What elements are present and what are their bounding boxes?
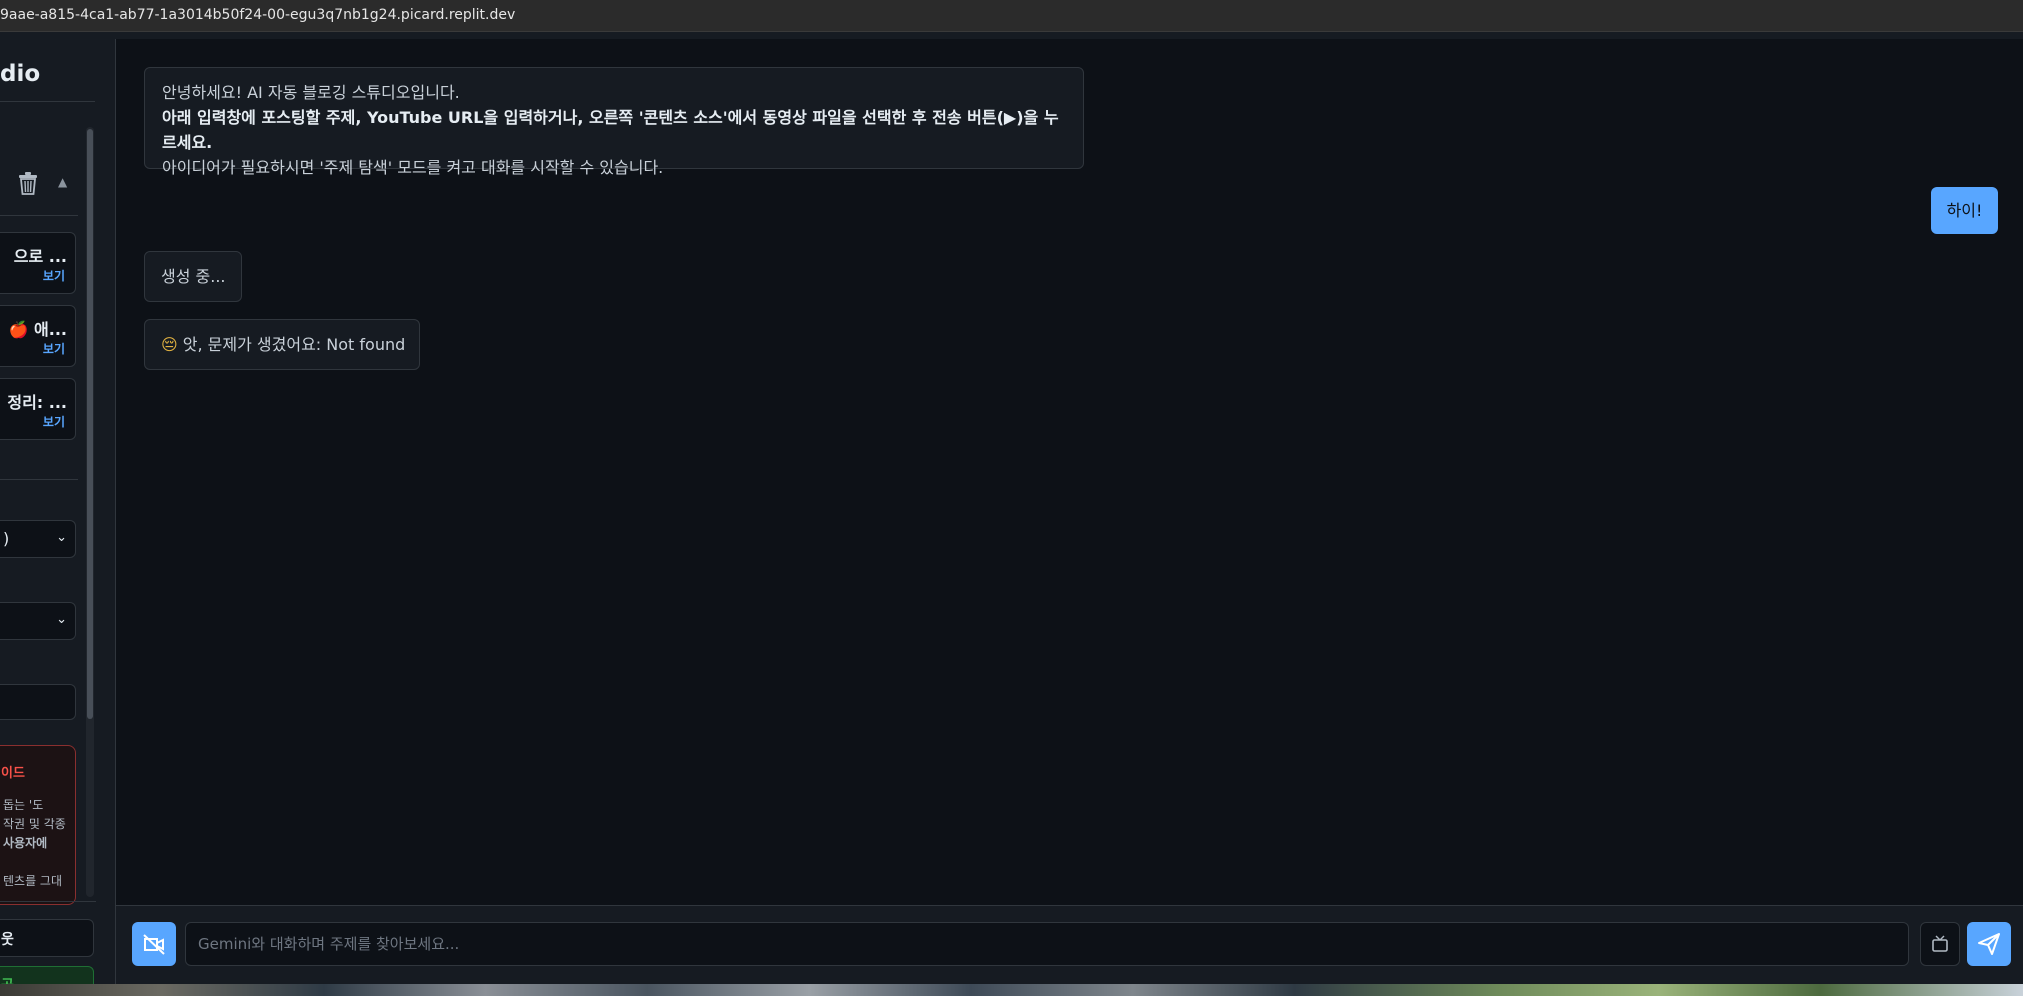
app: dio ▲ 으로 ... 보기 🍎 애... 보기 정리: ... 보기 ) ⌄ bbox=[0, 39, 2023, 984]
divider bbox=[0, 479, 78, 480]
intro-line: 아이디어가 필요하시면 '주제 탐색' 모드를 켜고 대화를 시작할 수 있습니… bbox=[162, 158, 664, 177]
view-link[interactable]: 보기 bbox=[43, 340, 65, 357]
desktop-background bbox=[0, 984, 2023, 996]
top-strip bbox=[0, 32, 2023, 39]
history-item-title: 정리: ... bbox=[7, 393, 67, 412]
history-item-title: 🍎 애... bbox=[8, 320, 67, 339]
logout-label: 웃 bbox=[1, 932, 14, 948]
chevron-down-icon: ⌄ bbox=[56, 530, 67, 545]
chevron-up-icon[interactable]: ▲ bbox=[58, 175, 67, 189]
select-value: ) bbox=[3, 529, 10, 548]
browser-url-bar[interactable]: 9aae-a815-4ca1-ab77-1a3014b50f24-00-egu3… bbox=[0, 0, 2023, 32]
trash-icon[interactable] bbox=[14, 169, 42, 197]
input-bar bbox=[116, 905, 2023, 984]
logout-button[interactable]: 웃 bbox=[0, 919, 94, 957]
sidebar-scrollbar-thumb[interactable] bbox=[87, 129, 93, 719]
view-link[interactable]: 보기 bbox=[43, 413, 65, 430]
guide-title: 이드 bbox=[1, 766, 25, 781]
history-item[interactable]: 정리: ... 보기 bbox=[0, 378, 76, 440]
sad-face-icon: 😔 bbox=[161, 335, 178, 354]
guide-notice: 이드 돕는 '도 작권 및 각종 사용자에 텐츠를 그대 bbox=[0, 745, 76, 905]
chevron-down-icon: ⌄ bbox=[56, 612, 67, 627]
tv-icon bbox=[1932, 935, 1948, 952]
divider bbox=[0, 901, 96, 902]
option-select[interactable]: ⌄ bbox=[0, 602, 76, 640]
chat-input[interactable] bbox=[185, 922, 1909, 966]
history-item[interactable]: 으로 ... 보기 bbox=[0, 232, 76, 294]
generating-message: 생성 중... bbox=[144, 251, 242, 302]
divider bbox=[0, 101, 95, 102]
error-message: 😔 앗, 문제가 생겼어요: Not found bbox=[144, 319, 420, 370]
chat-area: 안녕하세요! AI 자동 블로깅 스튜디오입니다. 아래 입력창에 포스팅할 주… bbox=[116, 39, 2023, 905]
model-select[interactable]: ) ⌄ bbox=[0, 520, 76, 558]
status-label: 공 bbox=[1, 975, 14, 984]
intro-line: 아래 입력창에 포스팅할 주제, YouTube URL을 입력하거나, 오른쪽… bbox=[162, 108, 1059, 152]
history-item[interactable]: 🍎 애... 보기 bbox=[0, 305, 76, 367]
intro-message: 안녕하세요! AI 자동 블로깅 스튜디오입니다. 아래 입력창에 포스팅할 주… bbox=[144, 67, 1084, 177]
guide-line: 사용자에 bbox=[3, 836, 48, 850]
error-text: 앗, 문제가 생겼어요: Not found bbox=[182, 335, 406, 354]
divider bbox=[0, 215, 78, 216]
status-button[interactable]: 공 bbox=[0, 966, 94, 984]
intro-line: 안녕하세요! AI 자동 블로깅 스튜디오입니다. bbox=[162, 83, 460, 102]
sidebar: dio ▲ 으로 ... 보기 🍎 애... 보기 정리: ... 보기 ) ⌄ bbox=[0, 39, 116, 984]
send-button[interactable] bbox=[1967, 922, 2011, 966]
history-item-title: 으로 ... bbox=[13, 247, 67, 266]
user-message: 하이! bbox=[1931, 187, 1998, 234]
brand-title: dio bbox=[0, 61, 41, 87]
guide-line: 돕는 '도 bbox=[3, 798, 44, 812]
guide-line: 작권 및 각종 bbox=[3, 817, 66, 831]
guide-line: 텐츠를 그대 bbox=[3, 874, 63, 888]
content-source-button[interactable] bbox=[1920, 922, 1960, 966]
url-text[interactable]: 9aae-a815-4ca1-ab77-1a3014b50f24-00-egu3… bbox=[0, 7, 515, 23]
view-link[interactable]: 보기 bbox=[43, 267, 65, 284]
send-icon bbox=[1978, 933, 2000, 955]
topic-explore-toggle[interactable] bbox=[132, 922, 176, 966]
sidebar-input[interactable] bbox=[0, 684, 76, 720]
camera-off-icon bbox=[143, 934, 165, 955]
